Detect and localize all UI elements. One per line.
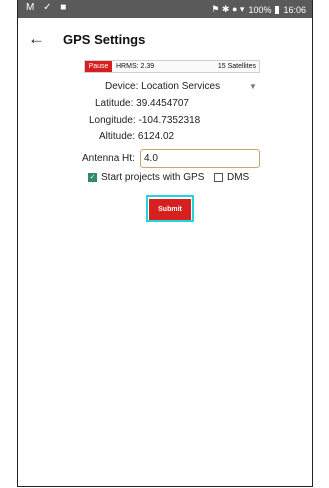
dms-label: DMS [227, 172, 250, 183]
device-select-value[interactable]: Location Services [141, 81, 220, 92]
phone-screen: M ✓ ■ ⚑ ✱ ● ▾ 100% 16:06 ← GPS Settings … [17, 0, 313, 487]
antenna-height-label: Antenna Ht: [82, 153, 135, 164]
page-title: GPS Settings [63, 32, 146, 47]
latitude-row: Latitude: 39.4454707 [95, 98, 189, 109]
submit-focus-ring: Submit [146, 195, 194, 222]
status-bar: M ✓ ■ ⚑ ✱ ● ▾ 100% 16:06 [18, 0, 312, 18]
device-label: Device: [105, 81, 139, 92]
app-toolbar: ← GPS Settings [18, 18, 312, 62]
dms-checkbox[interactable] [214, 173, 223, 182]
battery-icon [275, 5, 280, 14]
start-with-gps-checkbox[interactable]: ✓ [88, 173, 97, 182]
satellite-count: 15 Satellites [217, 62, 256, 70]
latitude-value: 39.4454707 [136, 98, 189, 109]
pause-button[interactable]: Pause [85, 61, 112, 72]
altitude-label: Altitude: [99, 131, 136, 142]
gps-status-bar: Pause HRMS: 2.39 15 Satellites [84, 60, 260, 73]
altitude-value: 6124.02 [137, 131, 175, 142]
altitude-row: Altitude: 6124.02 [99, 131, 174, 142]
submit-button[interactable]: Submit [149, 199, 191, 220]
notification-icons: M ✓ ■ [26, 2, 70, 13]
clock: 16:06 [283, 4, 306, 15]
status-indicators: ⚑ ✱ ● ▾ 100% 16:06 [211, 4, 306, 15]
start-with-gps-label: Start projects with GPS [101, 172, 205, 183]
dropdown-arrow-icon[interactable]: ▼ [249, 82, 257, 91]
longitude-label: Longitude: [89, 115, 136, 126]
latitude-label: Latitude: [95, 98, 134, 109]
battery-percent: 100% [248, 4, 272, 15]
hrms-value: HRMS: 2.39 [116, 62, 155, 70]
longitude-row: Longitude: -104.7352318 [89, 115, 200, 126]
antenna-height-input[interactable] [140, 149, 260, 168]
device-row[interactable]: Device: Location Services [105, 81, 220, 92]
back-arrow-icon[interactable]: ← [28, 29, 45, 49]
signal-icons: ⚑ ✱ ● ▾ [211, 4, 245, 14]
longitude-value: -104.7352318 [138, 115, 201, 126]
